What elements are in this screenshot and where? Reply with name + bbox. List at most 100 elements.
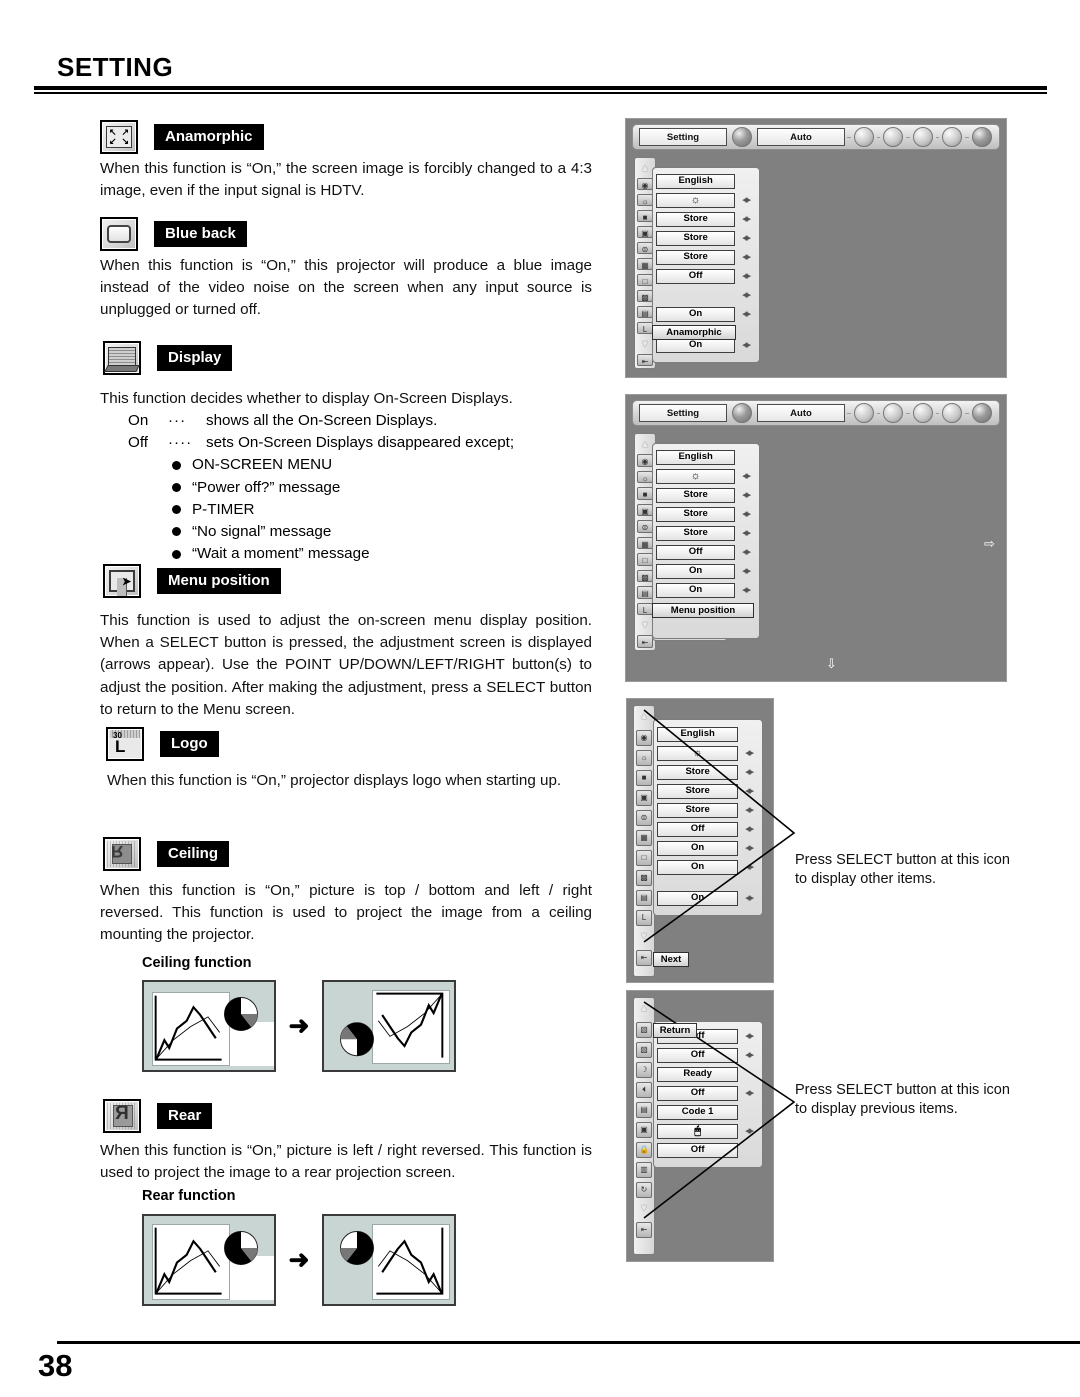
osd-value[interactable]: Store (656, 525, 736, 541)
lamp-mode-icon[interactable]: ☽ (636, 1062, 652, 1078)
osd-lr-arrows-icon[interactable]: ◂▸ (735, 308, 756, 320)
blue-back-menu-icon[interactable]: □ (637, 553, 653, 566)
list-item[interactable]: Off ◂▸ (657, 1142, 759, 1158)
osd-lr-arrows-icon[interactable]: ◂▸ (738, 804, 759, 816)
osd-tab-setting[interactable]: Setting (639, 128, 727, 146)
setting-wrench-icon[interactable] (971, 127, 992, 147)
list-item[interactable]: On ◂▸ (657, 840, 759, 856)
osd-lr-arrows-icon[interactable]: ◂▸ (738, 785, 759, 797)
osd-lr-arrows-icon[interactable]: ◂▸ (738, 1030, 759, 1042)
list-item[interactable]: Code 1 ◂▸ (657, 1104, 759, 1120)
keystone-icon[interactable]: ▥ (636, 1162, 652, 1178)
store-icon[interactable]: ▣ (637, 225, 653, 238)
store-icon[interactable]: ▣ (637, 503, 653, 517)
input-icon[interactable]: ⊜ (637, 520, 653, 533)
list-item[interactable]: ☼ ◂▸ (656, 468, 756, 484)
osd-lr-arrows-icon[interactable]: ◂▸ (735, 289, 756, 301)
scroll-down-icon[interactable]: ▼ (636, 1202, 652, 1218)
settings-gear-icon[interactable] (732, 403, 752, 423)
input-icon[interactable]: ⊜ (636, 810, 652, 826)
list-item[interactable]: Store ◂▸ (656, 249, 756, 265)
display-menu-icon[interactable]: ▩ (637, 290, 653, 303)
scroll-up-icon[interactable]: ▲ (636, 1002, 652, 1018)
osd-value[interactable]: On (657, 890, 739, 906)
osd-value[interactable]: Store (656, 249, 736, 265)
osd-highlight-next[interactable]: Next (653, 952, 689, 967)
osd-lr-arrows-icon[interactable]: ◂▸ (735, 527, 756, 539)
osd-value-lamp[interactable]: ☼ (656, 192, 736, 208)
list-item[interactable]: On ◂▸ (656, 582, 756, 598)
list-item[interactable]: Store ◂▸ (656, 487, 756, 503)
display-menu-icon[interactable]: ▩ (636, 870, 652, 886)
color-icon[interactable] (883, 403, 904, 423)
list-item[interactable]: Store ◂▸ (657, 764, 759, 780)
osd-value[interactable]: English (656, 173, 736, 189)
blue-back-menu-icon[interactable]: □ (637, 274, 653, 287)
sound-icon[interactable] (942, 127, 963, 147)
list-item[interactable]: Store ◂▸ (657, 783, 759, 799)
osd-highlight-menu-position[interactable]: Menu position (652, 603, 754, 618)
scroll-up-icon[interactable]: ▲ (637, 438, 653, 450)
osd-lr-arrows-icon[interactable]: ◂▸ (735, 584, 756, 596)
osd-lr-arrows-icon[interactable]: ◂▸ (735, 565, 756, 577)
osd-value[interactable]: On (656, 306, 736, 322)
osd-lr-arrows-icon[interactable]: ◂▸ (738, 747, 759, 759)
image-icon[interactable] (912, 403, 933, 423)
list-item[interactable]: Store ◂▸ (656, 525, 756, 541)
osd-value[interactable]: Off (657, 1047, 739, 1063)
osd-lr-arrows-icon[interactable]: ◂▸ (735, 489, 756, 501)
osd-lr-arrows-icon[interactable]: ◂▸ (735, 470, 756, 482)
menu-position-menu-icon[interactable]: ▤ (637, 306, 653, 319)
list-item[interactable]: Store ◂▸ (657, 802, 759, 818)
osd-lr-arrows-icon[interactable]: ◂▸ (738, 1125, 759, 1137)
scroll-down-icon[interactable]: ▼ (636, 930, 652, 946)
osd-lr-arrows-icon[interactable]: ◂▸ (738, 766, 759, 778)
osd-value[interactable]: On (656, 582, 736, 598)
power-management-icon[interactable]: ⏴ (636, 1082, 652, 1098)
osd-lr-arrows-icon[interactable]: ◂▸ (735, 232, 756, 244)
trash-icon[interactable]: ■ (637, 487, 653, 500)
list-item[interactable]: On ◂▸ (657, 859, 759, 875)
language-icon[interactable]: ◉ (636, 730, 652, 746)
blue-back-menu-icon[interactable]: □ (636, 850, 652, 866)
osd-value-lamp[interactable]: ☼ (657, 745, 739, 761)
contrast-icon[interactable] (853, 403, 874, 423)
osd-value[interactable]: English (656, 449, 736, 465)
list-item[interactable]: On ◂▸ (656, 306, 756, 322)
logo-menu-icon[interactable]: L (637, 602, 653, 616)
trash-icon[interactable]: ■ (637, 209, 653, 222)
trash-icon[interactable]: ■ (636, 770, 652, 786)
exit-icon[interactable]: ⇤ (637, 635, 653, 648)
list-item[interactable]: Ready ◂▸ (657, 1066, 759, 1082)
list-item[interactable]: Off ◂▸ (657, 1085, 759, 1101)
osd-tab-setting[interactable]: Setting (639, 404, 727, 422)
image-icon[interactable] (912, 127, 933, 147)
osd-value[interactable]: Store (656, 211, 736, 227)
osd-value[interactable]: Off (657, 821, 739, 837)
anamorphic-menu-icon[interactable]: ▦ (637, 258, 653, 271)
lamp-counter-icon[interactable]: ▤ (636, 1102, 652, 1118)
osd-value[interactable]: Store (656, 230, 736, 246)
list-item[interactable]: On ◂▸ (657, 890, 759, 906)
osd-highlight-return[interactable]: Return (653, 1023, 697, 1038)
osd-value[interactable]: Store (657, 783, 739, 799)
osd-tab-auto[interactable]: Auto (757, 128, 845, 146)
anamorphic-menu-icon[interactable]: ▦ (637, 536, 653, 550)
list-item[interactable]: Off ◂▸ (657, 821, 759, 837)
settings-gear-icon[interactable] (732, 127, 752, 147)
osd-value[interactable]: Code 1 (657, 1104, 739, 1120)
osd-value[interactable]: Off (657, 1085, 739, 1101)
osd-value[interactable]: English (657, 726, 739, 742)
osd-lr-arrows-icon[interactable]: ◂▸ (735, 339, 756, 351)
logo-menu-icon[interactable]: L (636, 910, 652, 926)
language-icon[interactable]: ◉ (637, 177, 653, 190)
osd-value[interactable]: Store (657, 764, 739, 780)
list-item[interactable]: English ◂▸ (656, 173, 756, 189)
list-item[interactable]: ◂▸ (656, 287, 756, 303)
exit-icon[interactable]: ⇤ (636, 950, 652, 966)
list-item[interactable]: On ◂▸ (656, 563, 756, 579)
list-item[interactable]: English ◂▸ (656, 449, 756, 465)
osd-value[interactable]: Store (656, 487, 736, 503)
list-item[interactable]: Store ◂▸ (656, 230, 756, 246)
list-item[interactable]: ☼ ◂▸ (656, 192, 756, 208)
